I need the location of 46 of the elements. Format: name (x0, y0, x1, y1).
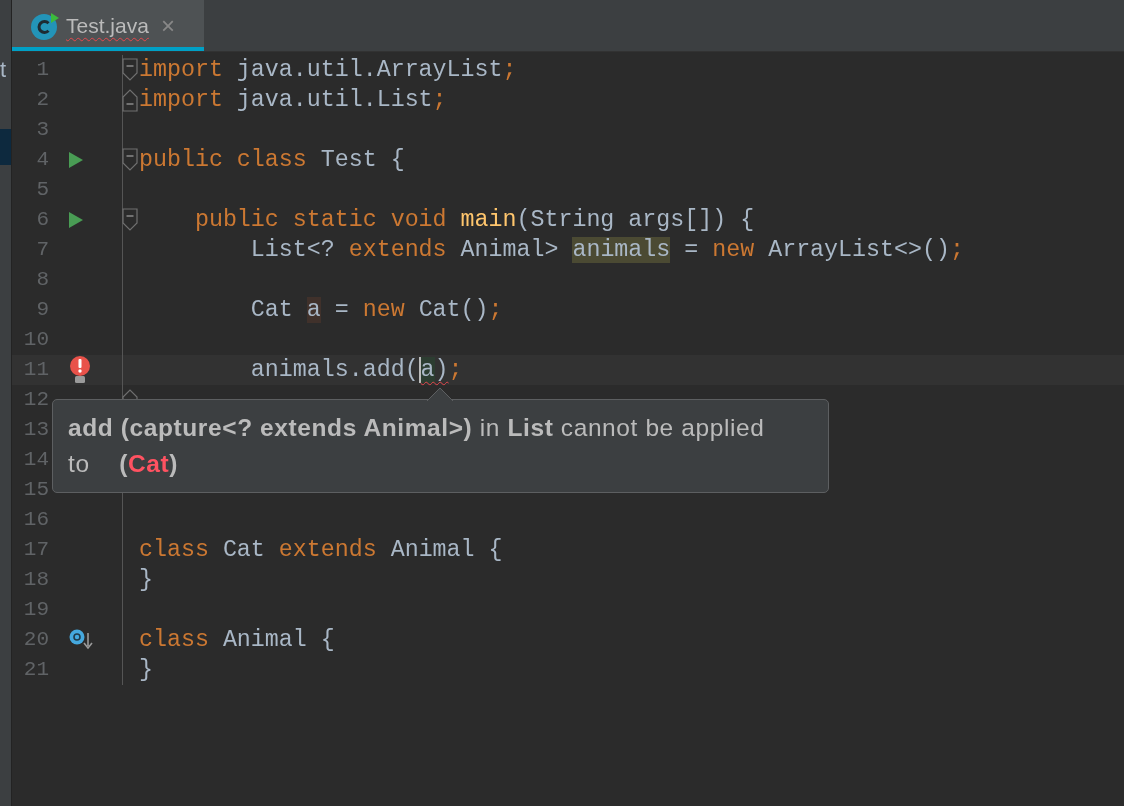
fold-icon (121, 208, 138, 232)
line-number: 21 (22, 657, 49, 684)
line-number: 5 (35, 177, 49, 204)
code-line: class Cat extends Animal { (139, 535, 503, 565)
panel-text: t (0, 58, 8, 82)
tab-label: Test.java (66, 13, 149, 40)
line-number: 13 (22, 417, 49, 444)
line-number: 2 (35, 87, 49, 114)
code-line: Cat a = new Cat(); (250, 295, 503, 325)
line-number: 16 (22, 507, 49, 534)
line-number: 8 (35, 267, 49, 294)
close-button[interactable]: × (160, 8, 175, 44)
run-icon (69, 152, 83, 168)
line-number: 20 (22, 627, 49, 654)
code-line: public class Test { (139, 145, 405, 175)
code-line: animals.add(a); (250, 355, 463, 385)
line-number: 10 (22, 327, 49, 354)
fold-icon (121, 88, 138, 112)
code-line: import java.util.ArrayList; (139, 55, 517, 85)
override-icon (69, 629, 95, 651)
fold-icon (121, 148, 138, 172)
fold-icon (121, 58, 138, 82)
line-number: 18 (22, 567, 49, 594)
editor-tab[interactable]: Test.java × (12, 0, 204, 51)
code-line: } (139, 655, 153, 685)
code-line: List<? extends Animal> animals = new ArrayList<>(); (250, 235, 964, 265)
line-number: 19 (22, 597, 49, 624)
code-line: } (139, 565, 153, 595)
line-number: 17 (22, 537, 49, 564)
code-line: public static void main(String args[]) { (194, 205, 755, 235)
line-number: 14 (22, 447, 49, 474)
line-number: 12 (22, 387, 49, 414)
code-line: import java.util.List; (139, 85, 447, 115)
run-icon (69, 212, 83, 228)
line-number: 15 (22, 477, 49, 504)
tooltip-message: add (capture<? extends Animal>) in List cannot be applied to (Cat) (68, 413, 766, 479)
line-number: 1 (35, 57, 49, 84)
class-file-icon (30, 11, 60, 41)
line-number: 4 (35, 147, 49, 174)
line-number: 6 (35, 207, 49, 234)
line-number: 7 (35, 237, 49, 264)
line-number: 9 (35, 297, 49, 324)
line-number: 3 (35, 117, 49, 144)
selected-row[interactable] (0, 129, 11, 165)
lightbulb-icon (69, 356, 91, 384)
code-line: class Animal { (139, 625, 335, 655)
